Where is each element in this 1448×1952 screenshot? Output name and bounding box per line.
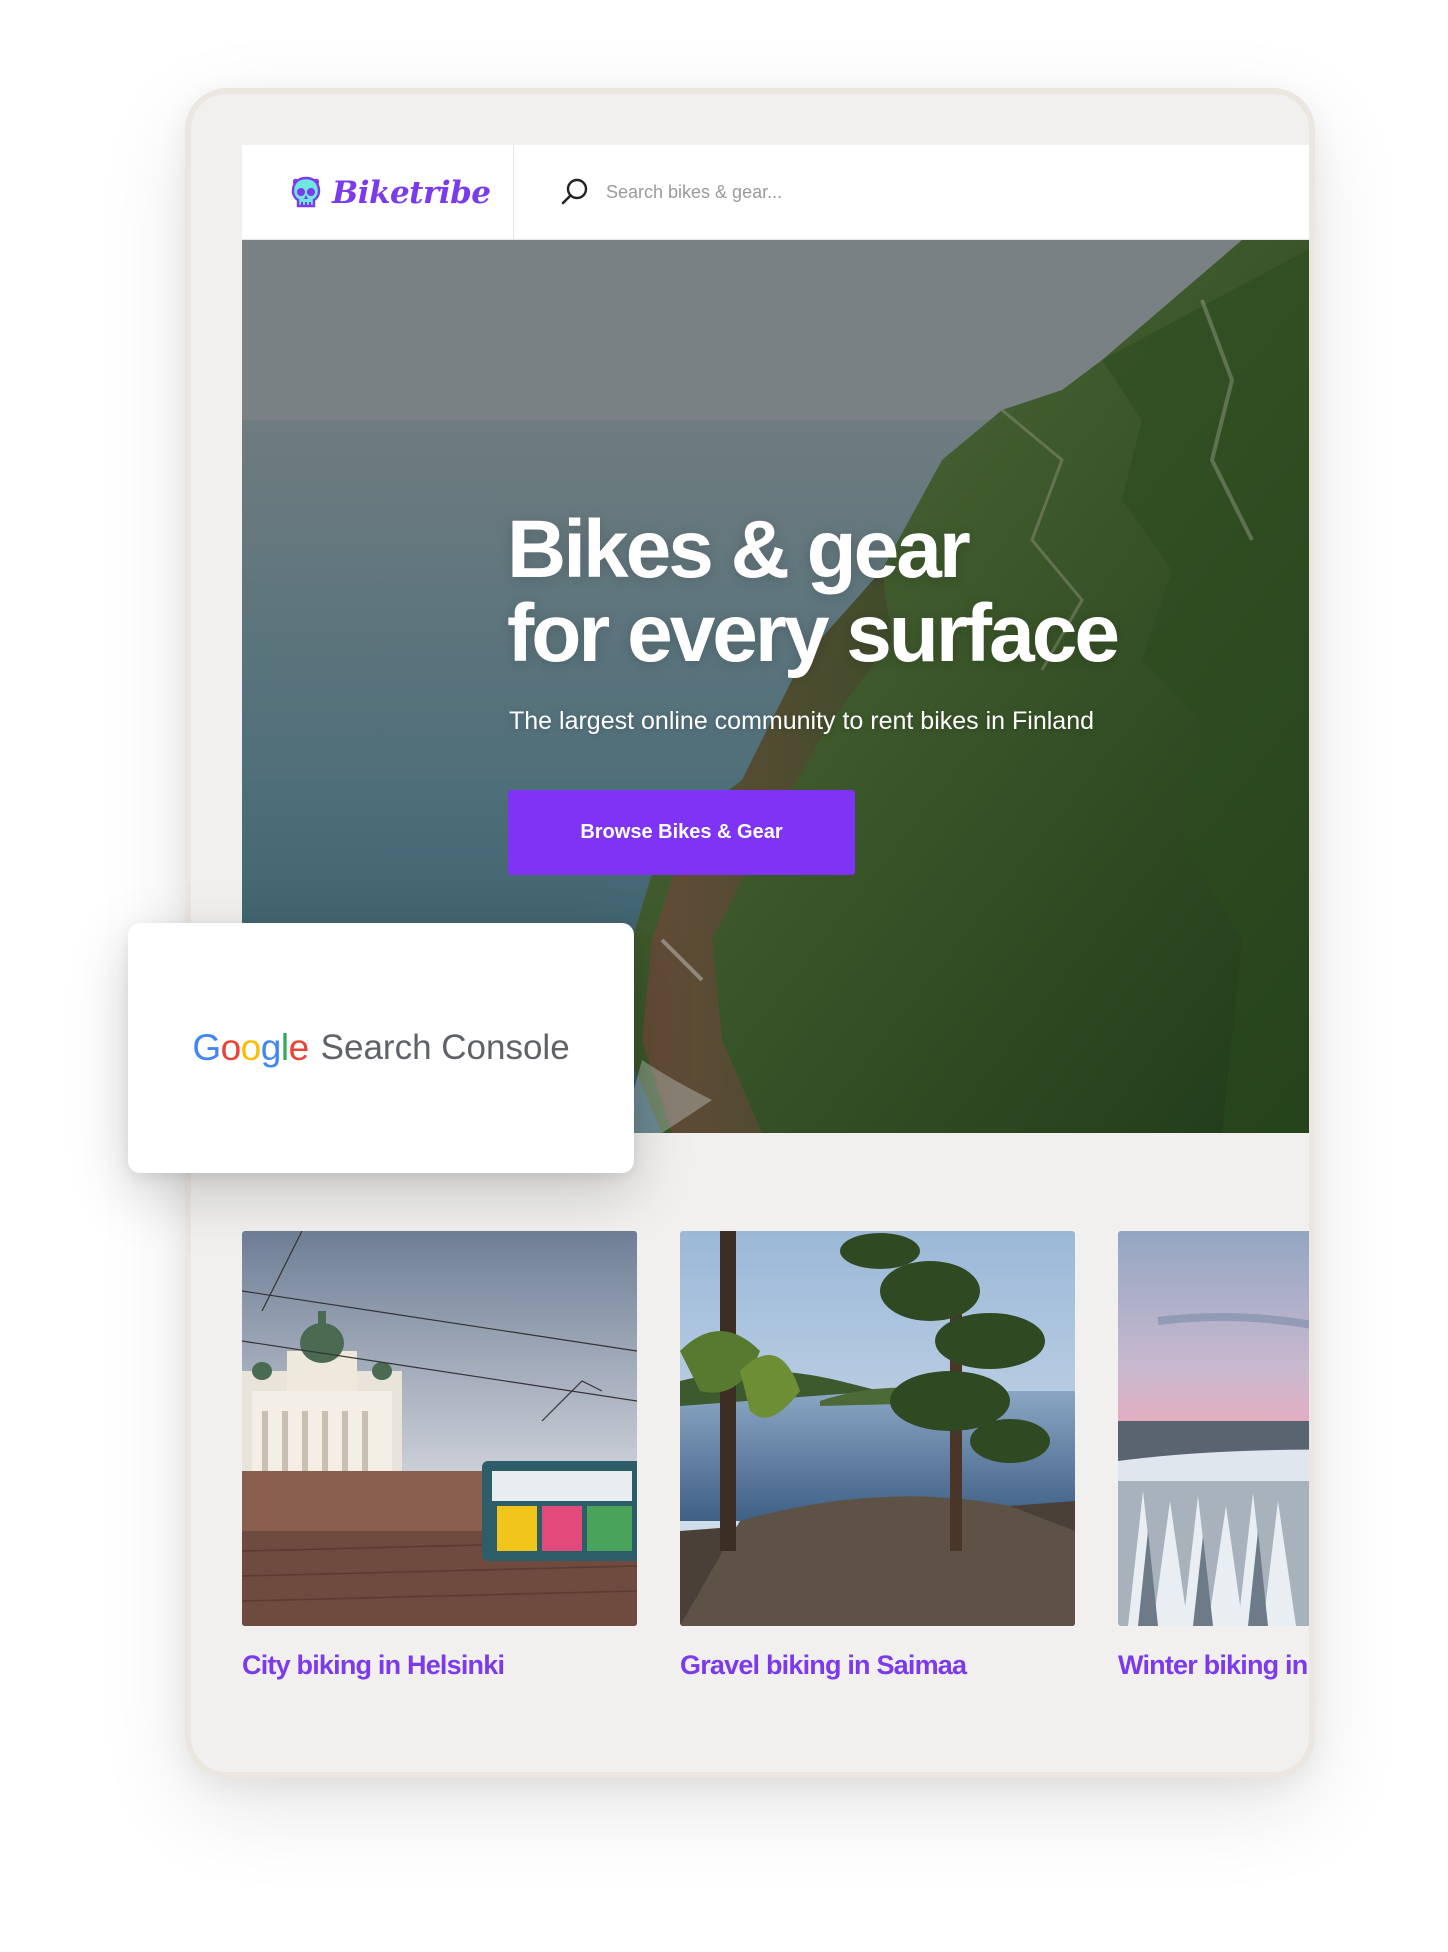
google-letter-g: G <box>192 1027 221 1068</box>
card-title-helsinki[interactable]: City biking in Helsinki <box>242 1650 637 1681</box>
search-input[interactable] <box>606 181 1106 203</box>
google-search-console-card: Google Search Console <box>128 923 634 1173</box>
destination-cards: City biking in Helsinki Gravel biking in… <box>242 1231 1309 1731</box>
card-lapland[interactable]: Winter biking in Lapland <box>1118 1231 1309 1681</box>
card-image-helsinki[interactable] <box>242 1231 637 1626</box>
hero-title: Bikes & gear for every surface <box>507 504 1120 679</box>
search-console-label: Search Console <box>320 1028 570 1067</box>
top-navigation-bar: Biketribe <box>242 145 1309 240</box>
browse-bikes-gear-button[interactable]: Browse Bikes & Gear <box>508 790 855 875</box>
card-title-saimaa[interactable]: Gravel biking in Saimaa <box>680 1650 1075 1681</box>
hero-subtitle: The largest online community to rent bik… <box>509 707 1095 735</box>
hero-title-line-1: Bikes & gear <box>507 504 971 595</box>
card-saimaa[interactable]: Gravel biking in Saimaa <box>680 1231 1075 1681</box>
hero-title-line-2: for every surface <box>507 588 1120 679</box>
card-helsinki[interactable]: City biking in Helsinki <box>242 1231 637 1681</box>
google-letter-e: e <box>288 1027 310 1068</box>
google-logo: Google <box>192 1027 310 1069</box>
card-image-lapland[interactable] <box>1118 1231 1309 1626</box>
card-title-lapland[interactable]: Winter biking in Lapland <box>1118 1650 1309 1681</box>
search-icon[interactable] <box>560 177 590 207</box>
skull-icon <box>291 176 321 207</box>
card-image-saimaa[interactable] <box>680 1231 1075 1626</box>
brand-logo-link[interactable]: Biketribe <box>242 145 514 240</box>
google-letter-o2: o <box>240 1027 262 1068</box>
google-letter-l: l <box>280 1027 289 1068</box>
search-bar[interactable] <box>514 145 1309 239</box>
google-letter-g2: g <box>260 1027 282 1068</box>
brand-name: Biketribe <box>332 174 491 211</box>
google-letter-o1: o <box>220 1027 242 1068</box>
